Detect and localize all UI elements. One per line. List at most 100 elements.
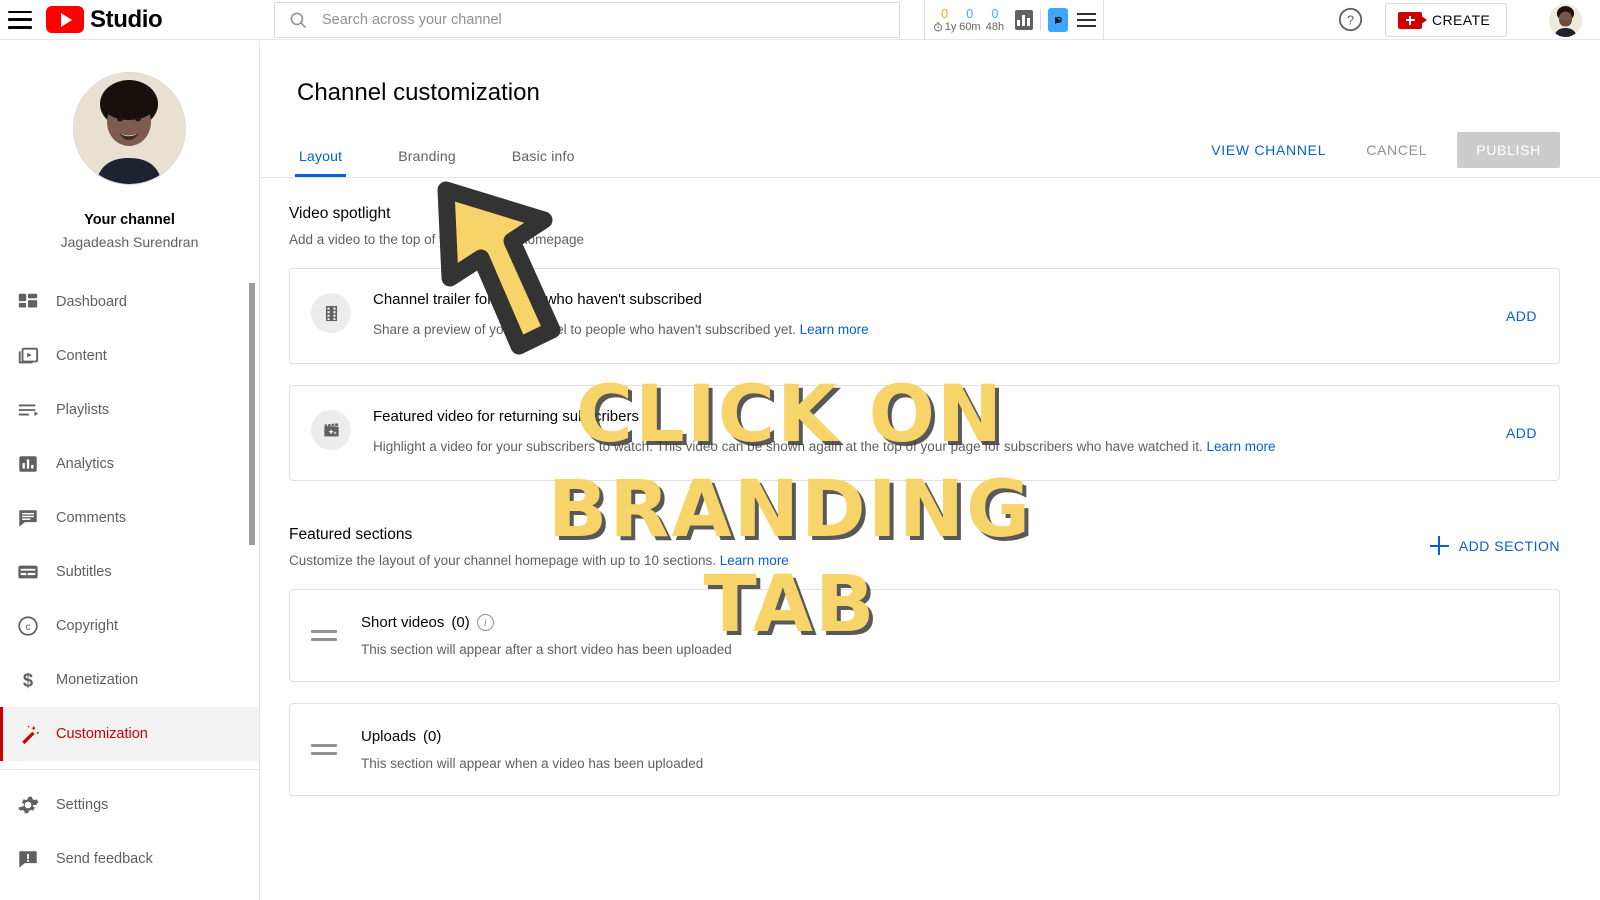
video-spotlight-title: Video spotlight xyxy=(289,205,391,222)
featured-video-card[interactable]: Featured video for returning subscribers… xyxy=(289,385,1560,481)
sidebar-item-monetization[interactable]: $ Monetization xyxy=(0,653,259,707)
section-count: (0) xyxy=(423,728,442,745)
hamburger-icon[interactable] xyxy=(8,10,32,29)
comment-icon xyxy=(0,507,56,529)
layout-tab-content: Video spotlight Add a video to the top o… xyxy=(261,178,1600,796)
sidebar-item-copyright[interactable]: c Copyright xyxy=(0,599,259,653)
metric-1y: 0 1y xyxy=(932,7,957,34)
film-strip-icon xyxy=(311,293,351,333)
plus-icon xyxy=(1429,536,1449,555)
sidebar-item-label: Send feedback xyxy=(56,851,153,867)
magic-wand-icon xyxy=(3,723,56,745)
analytics-play-icon[interactable] xyxy=(1047,8,1069,32)
youtube-play-icon xyxy=(46,6,84,33)
sidebar-item-label: Dashboard xyxy=(56,294,127,310)
section-count: (0) xyxy=(451,614,470,631)
create-button[interactable]: CREATE xyxy=(1385,3,1508,37)
top-bar: Studio 0 1y 0 60m 0 48h xyxy=(0,0,1600,40)
sidebar-item-send-feedback[interactable]: Send feedback xyxy=(0,832,259,886)
studio-logo[interactable]: Studio xyxy=(46,5,163,34)
analytics-summary-widget[interactable]: 0 1y 0 60m 0 48h xyxy=(924,0,1104,40)
info-icon[interactable]: i xyxy=(476,614,494,631)
metric-60m: 0 60m xyxy=(957,7,982,34)
tab-layout[interactable]: Layout xyxy=(294,148,347,177)
search-bar[interactable] xyxy=(274,2,900,38)
section-row-uploads[interactable]: Uploads (0) This section will appear whe… xyxy=(289,703,1560,796)
metric-48h-label: 48h xyxy=(985,20,1005,33)
svg-text:$: $ xyxy=(23,669,33,690)
gear-icon xyxy=(0,794,56,816)
sidebar-item-subtitles[interactable]: Subtitles xyxy=(0,545,259,599)
sidebar-item-label: Settings xyxy=(56,797,109,813)
section-row-short-videos[interactable]: Short videos (0) i This section will app… xyxy=(289,589,1560,682)
sidebar-nav: Dashboard Content Playlists Analytics Co… xyxy=(0,275,259,886)
clapboard-sparkle-icon xyxy=(311,410,351,450)
help-circle-icon[interactable]: ? xyxy=(1337,6,1364,33)
add-trailer-button[interactable]: ADD xyxy=(1506,308,1537,324)
sidebar-item-label: Content xyxy=(56,348,107,364)
learn-more-link[interactable]: Learn more xyxy=(800,322,869,337)
section-name: Uploads xyxy=(361,728,417,745)
learn-more-link[interactable]: Learn more xyxy=(720,553,789,568)
section-description: This section will appear after a short v… xyxy=(361,642,732,657)
publish-button[interactable]: PUBLISH xyxy=(1457,132,1560,168)
page-title: Channel customization xyxy=(297,79,540,106)
sidebar-item-label: Playlists xyxy=(56,402,110,418)
view-channel-button[interactable]: VIEW CHANNEL xyxy=(1197,133,1340,167)
tab-basic-info[interactable]: Basic info xyxy=(510,148,577,177)
main-content: Channel customization Layout Branding Ba… xyxy=(261,41,1600,900)
drag-handle-icon[interactable] xyxy=(311,744,337,755)
section-name: Short videos xyxy=(361,614,445,631)
dashboard-icon xyxy=(0,291,56,313)
bar-chart-icon[interactable] xyxy=(1014,10,1034,30)
metric-1y-value: 0 xyxy=(941,6,949,21)
channel-summary: Your channel Jagadeash Surendran xyxy=(0,41,259,250)
dollar-icon: $ xyxy=(0,669,56,691)
featured-sections-title: Featured sections xyxy=(289,526,413,543)
sidebar-item-comments[interactable]: Comments xyxy=(0,491,259,545)
header-actions: VIEW CHANNEL CANCEL PUBLISH xyxy=(1197,132,1560,168)
subtitles-icon xyxy=(0,561,56,583)
sidebar-item-label: Comments xyxy=(56,510,127,526)
metric-1y-label: 1y xyxy=(944,20,957,33)
video-stack-icon xyxy=(0,345,56,367)
sidebar-item-label: Analytics xyxy=(56,456,115,472)
playlist-icon xyxy=(0,399,56,421)
sidebar-item-label: Monetization xyxy=(56,672,139,688)
sidebar-item-playlists[interactable]: Playlists xyxy=(0,383,259,437)
tab-branding[interactable]: Branding xyxy=(396,148,458,177)
divider xyxy=(1040,9,1041,31)
cancel-button[interactable]: CANCEL xyxy=(1352,133,1441,167)
sidebar-item-label: Copyright xyxy=(56,618,119,634)
video-plus-icon xyxy=(1398,11,1427,29)
account-avatar[interactable] xyxy=(1549,4,1582,37)
sidebar-divider xyxy=(0,769,259,770)
list-icon[interactable] xyxy=(1077,13,1097,27)
metric-48h: 0 48h xyxy=(982,7,1007,34)
add-featured-button[interactable]: ADD xyxy=(1506,425,1537,441)
video-spotlight-section: Video spotlight Add a video to the top o… xyxy=(289,205,1560,481)
channel-name: Jagadeash Surendran xyxy=(60,234,199,250)
metric-60m-value: 0 xyxy=(966,6,974,21)
add-section-button[interactable]: ADD SECTION xyxy=(1429,536,1560,555)
sidebar-item-settings[interactable]: Settings xyxy=(0,778,259,832)
learn-more-link[interactable]: Learn more xyxy=(1206,439,1275,454)
sidebar-scrollbar[interactable] xyxy=(249,283,255,545)
video-spotlight-description: Add a video to the top of your channel h… xyxy=(289,232,584,247)
drag-handle-icon[interactable] xyxy=(311,630,337,641)
sidebar-item-customization[interactable]: Customization xyxy=(0,707,259,761)
feedback-icon xyxy=(0,848,56,870)
section-description: This section will appear when a video ha… xyxy=(361,756,704,771)
sidebar-item-analytics[interactable]: Analytics xyxy=(0,437,259,491)
brand-label: Studio xyxy=(90,5,163,33)
metric-60m-label: 60m xyxy=(959,20,981,33)
tab-bar: Layout Branding Basic info VIEW CHANNEL … xyxy=(261,132,1600,178)
add-section-label: ADD SECTION xyxy=(1458,537,1560,554)
clock-icon xyxy=(933,22,942,32)
sidebar-item-content[interactable]: Content xyxy=(0,329,259,383)
channel-avatar[interactable] xyxy=(73,72,186,185)
copyright-icon: c xyxy=(0,615,56,637)
search-input[interactable] xyxy=(322,12,862,28)
sidebar-item-dashboard[interactable]: Dashboard xyxy=(0,275,259,329)
channel-trailer-card[interactable]: Channel trailer for people who haven't s… xyxy=(289,268,1560,364)
